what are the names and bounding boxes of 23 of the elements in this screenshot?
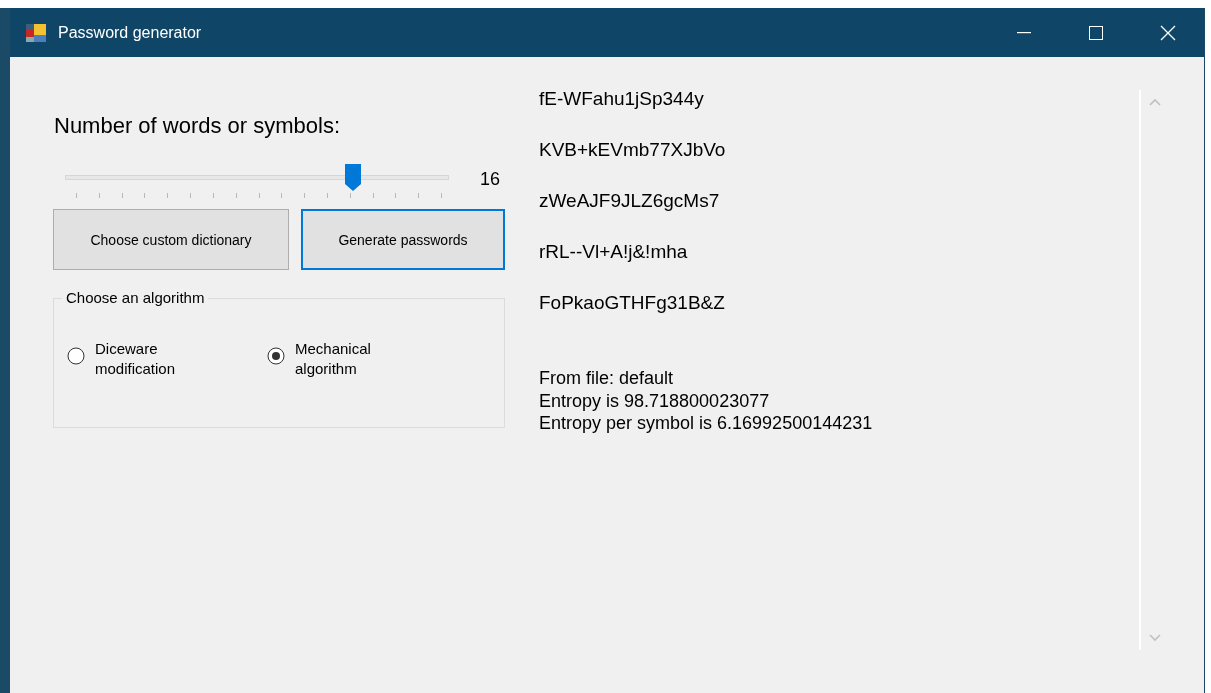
info-text: Entropy is 98.718800023077 [539, 389, 771, 412]
radio-label[interactable]: Diceware modification [95, 339, 195, 379]
password-text: KVB+kEVmb77XJbVo [539, 139, 727, 162]
password-text: FoPkaoGTHFg31B&Z [539, 292, 726, 315]
password-text: zWeAJF9JLZ6gcMs7 [539, 190, 721, 213]
info-text: From file: default [539, 367, 675, 390]
words-count-label: Number of words or symbols: [54, 113, 342, 139]
radio-button[interactable] [267, 347, 285, 365]
password-text: fE-WFahu1jSp344y [539, 88, 705, 111]
maximize-icon [1089, 25, 1103, 40]
group-title: Choose an algorithm [62, 289, 209, 306]
info-text: Entropy per symbol is 6.16992500144231 [539, 412, 874, 435]
slider-thumb[interactable] [344, 163, 362, 191]
close-icon [1160, 24, 1176, 41]
minimize-icon [1017, 31, 1031, 34]
action-button[interactable]: Generate passwords [301, 209, 505, 270]
window-title: Password generator [58, 23, 203, 42]
password-text: rRL--Vl+A!j&!mha [539, 241, 689, 264]
app-icon [26, 23, 46, 42]
slider-value: 16 [480, 169, 501, 190]
radio-button[interactable] [67, 347, 85, 365]
action-button[interactable]: Choose custom dictionary [53, 209, 289, 270]
radio-label[interactable]: Mechanical algorithm [295, 339, 395, 379]
